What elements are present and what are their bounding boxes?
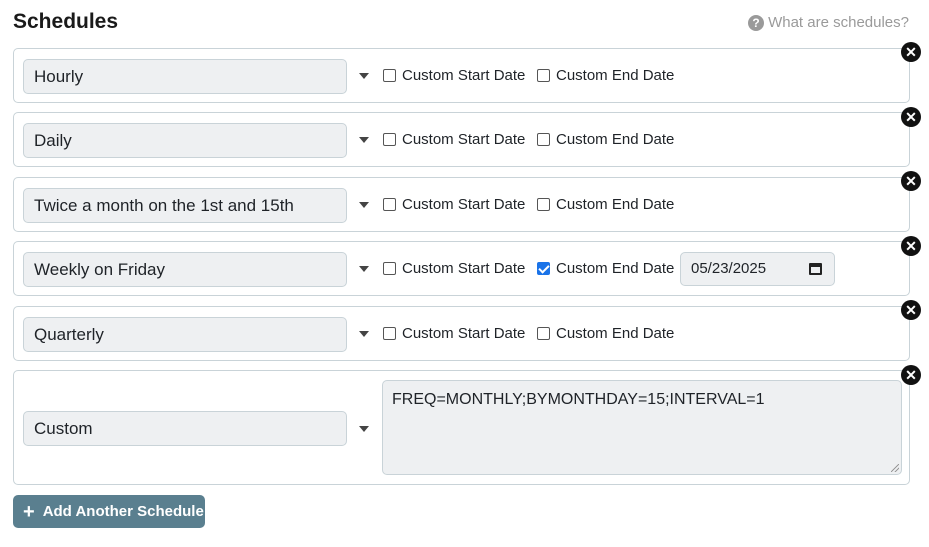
custom-end-date-label: Custom End Date <box>556 325 675 342</box>
custom-end-date-option[interactable]: Custom End Date <box>537 67 674 84</box>
custom-end-date-checkbox[interactable] <box>537 327 550 340</box>
add-schedule-label: Add Another Schedule <box>42 503 204 520</box>
schedule-row-hourly: Hourly Custom Start Date Custom End Date <box>13 48 910 103</box>
custom-end-date-checkbox[interactable] <box>537 133 550 146</box>
custom-start-date-checkbox[interactable] <box>383 327 396 340</box>
calendar-icon[interactable] <box>809 263 822 275</box>
frequency-select[interactable]: Weekly on Friday <box>23 252 347 287</box>
resize-handle-icon[interactable] <box>891 464 899 472</box>
end-date-input[interactable]: 05/23/2025 <box>680 252 835 286</box>
frequency-select[interactable]: Quarterly <box>23 317 347 352</box>
custom-end-date-label: Custom End Date <box>556 131 675 148</box>
custom-start-date-option[interactable]: Custom Start Date <box>383 67 525 84</box>
custom-end-date-option[interactable]: Custom End Date <box>537 196 674 213</box>
schedule-row-quarterly: Quarterly Custom Start Date Custom End D… <box>13 306 910 361</box>
question-circle-icon: ? <box>748 14 765 31</box>
remove-schedule-button[interactable]: ✕ <box>901 107 921 127</box>
remove-schedule-button[interactable]: ✕ <box>901 42 921 62</box>
custom-end-date-option[interactable]: Custom End Date <box>537 260 674 277</box>
help-link-label: What are schedules? <box>768 14 909 31</box>
frequency-select[interactable]: Custom <box>23 411 347 446</box>
custom-start-date-label: Custom Start Date <box>402 260 526 277</box>
custom-start-date-checkbox[interactable] <box>383 262 396 275</box>
custom-end-date-label: Custom End Date <box>556 260 675 277</box>
custom-start-date-option[interactable]: Custom Start Date <box>383 131 525 148</box>
remove-schedule-button[interactable]: ✕ <box>901 171 921 191</box>
custom-end-date-label: Custom End Date <box>556 196 675 213</box>
chevron-down-icon[interactable] <box>359 331 369 337</box>
schedule-row-custom: Custom FREQ=MONTHLY;BYMONTHDAY=15;INTERV… <box>13 370 910 485</box>
custom-start-date-label: Custom Start Date <box>402 325 526 342</box>
schedule-row-daily: Daily Custom Start Date Custom End Date <box>13 112 910 167</box>
custom-start-date-label: Custom Start Date <box>402 196 526 213</box>
custom-start-date-label: Custom Start Date <box>402 67 526 84</box>
plus-icon: + <box>23 500 35 523</box>
remove-schedule-button[interactable]: ✕ <box>901 236 921 256</box>
custom-end-date-checkbox[interactable] <box>537 198 550 211</box>
frequency-select[interactable]: Daily <box>23 123 347 158</box>
chevron-down-icon[interactable] <box>359 137 369 143</box>
custom-start-date-option[interactable]: Custom Start Date <box>383 260 525 277</box>
chevron-down-icon[interactable] <box>359 266 369 272</box>
frequency-select[interactable]: Hourly <box>23 59 347 94</box>
custom-start-date-checkbox[interactable] <box>383 133 396 146</box>
end-date-value: 05/23/2025 <box>691 260 767 277</box>
chevron-down-icon[interactable] <box>359 73 369 79</box>
custom-start-date-option[interactable]: Custom Start Date <box>383 196 525 213</box>
custom-start-date-checkbox[interactable] <box>383 198 396 211</box>
rrule-textarea[interactable]: FREQ=MONTHLY;BYMONTHDAY=15;INTERVAL=1 <box>382 380 902 475</box>
custom-end-date-option[interactable]: Custom End Date <box>537 325 674 342</box>
custom-start-date-checkbox[interactable] <box>383 69 396 82</box>
remove-schedule-button[interactable]: ✕ <box>901 365 921 385</box>
custom-start-date-label: Custom Start Date <box>402 131 526 148</box>
chevron-down-icon[interactable] <box>359 426 369 432</box>
help-link[interactable]: ? What are schedules? <box>748 14 909 31</box>
add-schedule-button[interactable]: + Add Another Schedule <box>13 495 205 528</box>
custom-start-date-option[interactable]: Custom Start Date <box>383 325 525 342</box>
remove-schedule-button[interactable]: ✕ <box>901 300 921 320</box>
schedule-row-weekly: Weekly on Friday Custom Start Date Custo… <box>13 241 910 296</box>
chevron-down-icon[interactable] <box>359 202 369 208</box>
custom-end-date-checkbox[interactable] <box>537 69 550 82</box>
custom-end-date-option[interactable]: Custom End Date <box>537 131 674 148</box>
rrule-value: FREQ=MONTHLY;BYMONTHDAY=15;INTERVAL=1 <box>392 391 765 408</box>
page-title: Schedules <box>13 10 119 33</box>
frequency-select[interactable]: Twice a month on the 1st and 15th <box>23 188 347 223</box>
custom-end-date-label: Custom End Date <box>556 67 675 84</box>
custom-end-date-checkbox[interactable] <box>537 262 550 275</box>
schedule-row-twice-monthly: Twice a month on the 1st and 15th Custom… <box>13 177 910 232</box>
